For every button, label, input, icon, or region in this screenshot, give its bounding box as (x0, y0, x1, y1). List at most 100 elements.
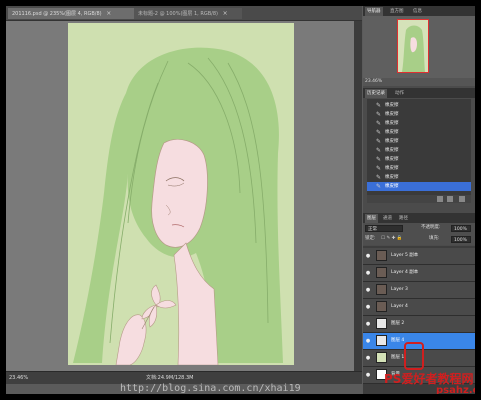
navigator-preview[interactable] (363, 16, 475, 78)
history-item[interactable]: ✎ 橡皮擦 (367, 110, 471, 119)
navigator-thumbnail (402, 25, 425, 72)
layer-row[interactable]: ● Layer 3 (363, 282, 475, 299)
watermark-url: http://blog.sina.com.cn/xhai19 (120, 383, 301, 394)
layer-name[interactable]: Layer 4 (391, 299, 408, 315)
eraser-icon: ✎ (375, 156, 382, 163)
history-item[interactable]: ✎ 橡皮擦 (367, 164, 471, 173)
logo-seal (404, 342, 424, 370)
layer-row[interactable]: ● Layer 4 副本 (363, 265, 475, 282)
fill-field[interactable]: 100% (451, 236, 471, 243)
lock-icons[interactable]: ☐ ✎ ✚ 🔒 (381, 235, 402, 243)
history-item[interactable]: ✎ 橡皮擦 (367, 146, 471, 155)
document-tab-label: 未标题-2 @ 100%(图层 1, RGB/8) (138, 11, 218, 17)
layer-name[interactable]: 图层 2 (391, 316, 404, 332)
tab-layers[interactable]: 图层 (365, 214, 378, 223)
layer-name[interactable]: Layer 3 (391, 282, 408, 298)
history-item-label: 橡皮擦 (385, 103, 399, 108)
tab-paths[interactable]: 路径 (397, 214, 410, 223)
tab-info[interactable]: 信息 (411, 7, 424, 16)
history-item-label: 橡皮擦 (385, 148, 399, 153)
eraser-icon: ✎ (375, 111, 382, 118)
close-icon[interactable]: × (106, 10, 111, 17)
tab-actions[interactable]: 动作 (393, 89, 406, 98)
eye-icon[interactable]: ● (365, 355, 371, 361)
history-item-label: 橡皮擦 (385, 130, 399, 135)
tab-history[interactable]: 历史记录 (365, 89, 387, 98)
eraser-icon: ✎ (375, 165, 382, 172)
navigator-view-box[interactable] (397, 19, 429, 73)
new-snapshot-icon[interactable] (437, 196, 443, 202)
lock-label: 锁定: (365, 236, 376, 241)
tab-navigator[interactable]: 导航器 (365, 7, 383, 16)
layer-name[interactable]: 图层 1 (391, 350, 404, 366)
line-art-illustration (73, 47, 283, 365)
watermark-site: psahz.com (436, 385, 475, 394)
layer-row[interactable]: ● Layer 4 (363, 299, 475, 316)
eye-icon[interactable]: ● (365, 270, 371, 276)
fill-label: 填充: (429, 236, 440, 241)
navigator-tabs: 导航器 直方图 信息 (363, 6, 475, 16)
trash-icon[interactable] (459, 196, 465, 202)
blend-mode-select[interactable]: 正常 (365, 225, 403, 232)
history-tabs: 历史记录 动作 (363, 88, 475, 98)
eraser-icon: ✎ (375, 138, 382, 145)
layer-thumbnail (376, 301, 387, 312)
tab-histogram[interactable]: 直方图 (388, 7, 406, 16)
eye-icon[interactable]: ● (365, 321, 371, 327)
eraser-icon: ✎ (375, 102, 382, 109)
panel-dock: 导航器 直方图 信息 23.46% 历史记录 动作 ✎ 橡皮擦 ✎ 橡皮擦 ✎ 橡皮擦 ✎ 橡… (363, 6, 475, 394)
history-item-label: 橡皮擦 (385, 166, 399, 171)
history-item[interactable]: ✎ 橡皮擦 (367, 173, 471, 182)
document-tab-inactive[interactable]: 未标题-2 @ 100%(图层 1, RGB/8) × (134, 8, 242, 19)
layer-thumbnail (376, 318, 387, 329)
new-document-icon[interactable] (447, 196, 453, 202)
opacity-field[interactable]: 100% (451, 225, 471, 232)
eye-icon[interactable]: ● (365, 253, 371, 259)
history-item[interactable]: ✎ 橡皮擦 (367, 101, 471, 110)
history-item-label: 橡皮擦 (385, 157, 399, 162)
layer-name[interactable]: Layer 4 副本 (391, 265, 418, 281)
history-item-label: 橡皮擦 (385, 175, 399, 180)
history-list: ✎ 橡皮擦 ✎ 橡皮擦 ✎ 橡皮擦 ✎ 橡皮擦 ✎ 橡皮擦 ✎ 橡皮擦 ✎ 橡皮擦 ✎ 橡皮擦 ✎ 橡皮擦 ✎ 橡皮擦 (367, 99, 471, 195)
history-item-label: 橡皮擦 (385, 121, 399, 126)
canvas-workspace[interactable] (6, 21, 354, 371)
eye-icon[interactable]: ● (365, 338, 371, 344)
eraser-icon: ✎ (375, 120, 382, 127)
history-item[interactable]: ✎ 橡皮擦 (367, 119, 471, 128)
history-item[interactable]: ✎ 橡皮擦 (367, 155, 471, 164)
layer-name[interactable]: Layer 5 副本 (391, 248, 418, 264)
history-item-label: 橡皮擦 (385, 139, 399, 144)
layer-row[interactable]: ● Layer 5 副本 (363, 248, 475, 265)
eye-icon[interactable]: ● (365, 287, 371, 293)
layer-thumbnail (376, 284, 387, 295)
layer-row[interactable]: ● 图层 2 (363, 316, 475, 333)
layer-name[interactable]: 图层 4 (391, 333, 404, 349)
close-icon[interactable]: × (223, 10, 228, 17)
document-tab-bar: 201116.psd @ 235%(图层 4, RGB/8) × 未标题-2 @… (6, 6, 362, 21)
layer-thumbnail (376, 250, 387, 261)
zoom-readout[interactable]: 23.46% (9, 372, 28, 384)
document-tab-active[interactable]: 201116.psd @ 235%(图层 4, RGB/8) × (8, 8, 138, 19)
layers-tabs: 图层 通道 路径 (363, 213, 475, 223)
eye-icon[interactable]: ● (365, 304, 371, 310)
history-item[interactable]: ✎ 橡皮擦 (367, 128, 471, 137)
photoshop-window: 201116.psd @ 235%(图层 4, RGB/8) × 未标题-2 @… (6, 6, 475, 394)
eraser-icon: ✎ (375, 174, 382, 181)
history-footer (367, 195, 471, 203)
eraser-icon: ✎ (375, 147, 382, 154)
navigator-zoom-value[interactable]: 23.46% (365, 78, 382, 86)
document-tab-label: 201116.psd @ 235%(图层 4, RGB/8) (12, 11, 102, 17)
history-item-label: 橡皮擦 (385, 184, 399, 189)
eraser-icon: ✎ (375, 129, 382, 136)
history-item[interactable]: ✎ 橡皮擦 (367, 182, 471, 191)
opacity-label: 不透明度: (421, 225, 441, 230)
navigator-zoom-bar[interactable]: 23.46% (363, 78, 475, 86)
history-item-label: 橡皮擦 (385, 112, 399, 117)
eye-icon[interactable]: ● (365, 372, 371, 378)
layer-thumbnail (376, 267, 387, 278)
history-item[interactable]: ✎ 橡皮擦 (367, 137, 471, 146)
document-canvas[interactable] (68, 23, 294, 365)
vertical-scrollbar[interactable] (354, 21, 362, 371)
layer-options: 正常 不透明度: 100% 锁定: ☐ ✎ ✚ 🔒 填充: 100% (363, 223, 475, 245)
tab-channels[interactable]: 通道 (381, 214, 394, 223)
